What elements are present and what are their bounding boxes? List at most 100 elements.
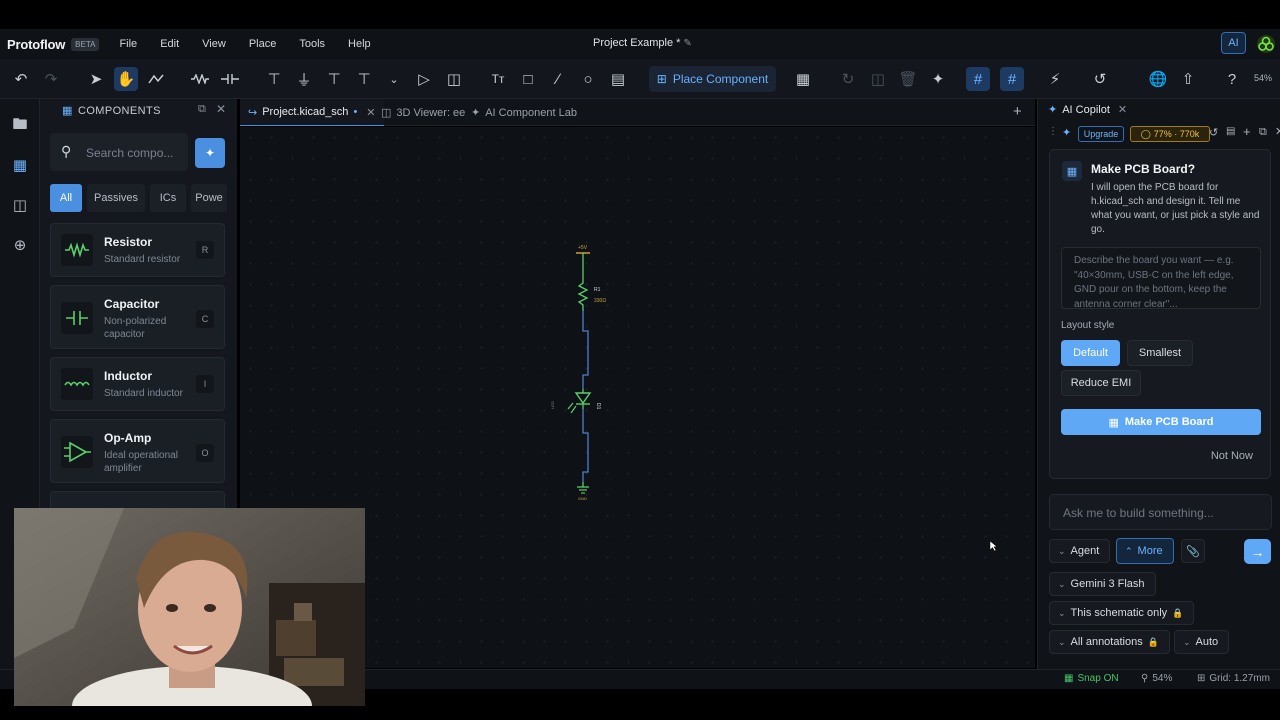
git-commit-icon[interactable]: ⊕ <box>10 235 30 255</box>
components-icon[interactable]: ▦ <box>10 155 30 175</box>
close-icon[interactable]: ✕ <box>1118 103 1127 116</box>
globe-icon[interactable]: 🌐 <box>1146 67 1170 91</box>
label-tag-icon[interactable]: ▷ <box>412 67 436 91</box>
component-card-resistor[interactable]: Resistor Standard resistor R <box>50 223 225 277</box>
zoom-status[interactable]: ⚲ 54% <box>1141 673 1172 684</box>
popout-icon[interactable]: ⧉ <box>1259 126 1267 139</box>
menu-edit[interactable]: Edit <box>160 38 179 50</box>
select-arrow-icon[interactable]: ➤ <box>84 67 108 91</box>
component-search[interactable]: ⚲ Search compo... <box>50 133 188 171</box>
not-now-button[interactable]: Not Now <box>1211 450 1253 462</box>
menu-tools[interactable]: Tools <box>299 38 325 50</box>
place-component-button[interactable]: ⊞ Place Component <box>649 66 776 92</box>
rectangle-tool-icon[interactable]: □ <box>516 67 540 91</box>
grid-toggle-icon[interactable]: # <box>1000 67 1024 91</box>
wire-r1-d1[interactable] <box>582 311 589 389</box>
redo-icon[interactable]: ↷ <box>39 67 63 91</box>
agent-mode-select[interactable]: ⌄ Agent <box>1049 539 1111 563</box>
history-icon[interactable]: ↺ <box>1088 67 1112 91</box>
resistor-symbol[interactable] <box>577 277 589 311</box>
chat-input[interactable]: Ask me to build something... <box>1049 494 1272 530</box>
tab-ai-copilot[interactable]: ✦ AI Copilot ✕ <box>1048 103 1127 117</box>
ai-button[interactable]: AI <box>1221 32 1246 54</box>
drag-handle-icon[interactable]: ⋮ <box>1048 126 1058 137</box>
circle-tool-icon[interactable]: ○ <box>576 67 600 91</box>
search-icon: ⚲ <box>61 143 72 159</box>
project-title[interactable]: Project Example * ✎ <box>593 37 692 49</box>
grid-snap-icon[interactable]: # <box>966 67 990 91</box>
component-card-capacitor[interactable]: Capacitor Non-polarized capacitor C <box>50 285 225 349</box>
filter-all[interactable]: All <box>50 184 82 212</box>
pan-hand-icon[interactable]: ✋ <box>114 67 138 91</box>
line-tool-icon[interactable]: ∕ <box>546 67 570 91</box>
menu-place[interactable]: Place <box>249 38 277 50</box>
filter-passives[interactable]: Passives <box>87 184 145 212</box>
export-icon[interactable]: ⇧ <box>1176 67 1200 91</box>
scope-select[interactable]: ⌄ This schematic only 🔒 <box>1049 601 1195 625</box>
hierarchy-icon[interactable]: ◫ <box>442 67 466 91</box>
tab-project-schematic[interactable]: ↪ Project.kicad_sch • ✕ <box>240 99 384 126</box>
hierarchy-tree-icon[interactable]: ◫ <box>10 195 30 215</box>
menu-help[interactable]: Help <box>348 38 371 50</box>
close-icon[interactable]: ✕ <box>216 102 226 116</box>
auto-select[interactable]: ⌄ Auto <box>1174 630 1230 654</box>
component-chip-icon[interactable]: ▦ <box>791 67 815 91</box>
resistor-tool-icon[interactable] <box>188 67 212 91</box>
vdd-symbol-icon[interactable]: ⊤ <box>352 67 376 91</box>
help-icon[interactable]: ? <box>1220 67 1244 91</box>
send-button[interactable]: → <box>1244 539 1271 564</box>
rotate-icon[interactable]: ↻ <box>836 67 860 91</box>
close-icon[interactable]: ✕ <box>366 106 375 119</box>
new-chat-plus-icon[interactable]: + <box>1243 124 1251 139</box>
close-icon[interactable]: ✕ <box>1275 125 1280 138</box>
annotations-select[interactable]: ⌄ All annotations 🔒 <box>1049 630 1170 654</box>
token-usage-badge[interactable]: ◯ 77% · 770k <box>1130 126 1210 142</box>
style-smallest[interactable]: Smallest <box>1127 340 1193 366</box>
stats-icon[interactable]: ▤ <box>1226 126 1235 137</box>
attach-button[interactable]: 📎 <box>1181 539 1205 563</box>
magic-wand-icon[interactable]: ✦ <box>926 67 950 91</box>
chevron-down-icon[interactable]: ⌄ <box>382 67 406 91</box>
filter-power[interactable]: Powe <box>191 184 227 212</box>
style-default[interactable]: Default <box>1061 340 1120 366</box>
text-tool-icon[interactable]: Tт <box>486 67 510 91</box>
snap-status[interactable]: ▦ Snap ON <box>1064 673 1119 684</box>
component-card-inductor[interactable]: Inductor Standard inductor I <box>50 357 225 411</box>
make-pcb-card: ▦ Make PCB Board? I will open the PCB bo… <box>1049 149 1271 479</box>
toolbar-zoom: 54% <box>1254 73 1273 83</box>
mirror-icon[interactable]: ◫ <box>866 67 890 91</box>
biohazard-icon[interactable] <box>1256 34 1276 54</box>
table-tool-icon[interactable]: ▤ <box>606 67 630 91</box>
folder-icon[interactable]: 🖿 <box>10 116 30 136</box>
component-card-opamp[interactable]: Op-Amp Ideal operational amplifier O <box>50 419 225 483</box>
power-symbol-icon[interactable]: ⊤ <box>262 67 286 91</box>
upgrade-button[interactable]: Upgrade <box>1078 126 1124 142</box>
new-tab-plus-icon[interactable]: + <box>1013 103 1022 120</box>
model-select[interactable]: ⌄ Gemini 3 Flash <box>1049 572 1156 596</box>
history-icon[interactable]: ↺ <box>1209 126 1218 139</box>
chevron-up-icon: ⌃ <box>1125 545 1133 556</box>
style-reduce-emi[interactable]: Reduce EMI <box>1061 370 1141 396</box>
board-description-input[interactable]: Describe the board you want — e.g. "40×3… <box>1061 247 1261 310</box>
ground-symbol-icon[interactable]: ⏚ <box>292 67 316 91</box>
popout-icon[interactable]: ⧉ <box>198 103 206 116</box>
undo-icon[interactable]: ↶ <box>9 67 33 91</box>
more-options-button[interactable]: ⌃ More <box>1116 538 1174 564</box>
make-pcb-board-button[interactable]: ▦ Make PCB Board <box>1061 409 1261 435</box>
vcc-symbol-icon[interactable]: ⊤ <box>322 67 346 91</box>
led-symbol[interactable] <box>567 389 592 414</box>
filter-ics[interactable]: ICs <box>150 184 186 212</box>
ground-symbol[interactable] <box>577 482 589 494</box>
wire-icon[interactable] <box>144 67 168 91</box>
wire-d1-gnd[interactable] <box>582 409 589 482</box>
capacitor-tool-icon[interactable] <box>218 67 242 91</box>
menu-view[interactable]: View <box>202 38 226 50</box>
ai-search-wand-button[interactable]: ✦ <box>195 138 225 168</box>
grid-status[interactable]: ⊞ Grid: 1.27mm <box>1197 673 1270 684</box>
pencil-icon[interactable]: ✎ <box>684 38 692 49</box>
tab-3d-viewer[interactable]: ◫ 3D Viewer: ee <box>381 99 465 126</box>
lightning-icon[interactable]: ⚡ <box>1043 67 1067 91</box>
delete-icon[interactable]: 🗑 <box>896 67 920 91</box>
menu-file[interactable]: File <box>119 38 137 50</box>
tab-ai-component-lab[interactable]: ✦ AI Component Lab <box>471 99 577 126</box>
